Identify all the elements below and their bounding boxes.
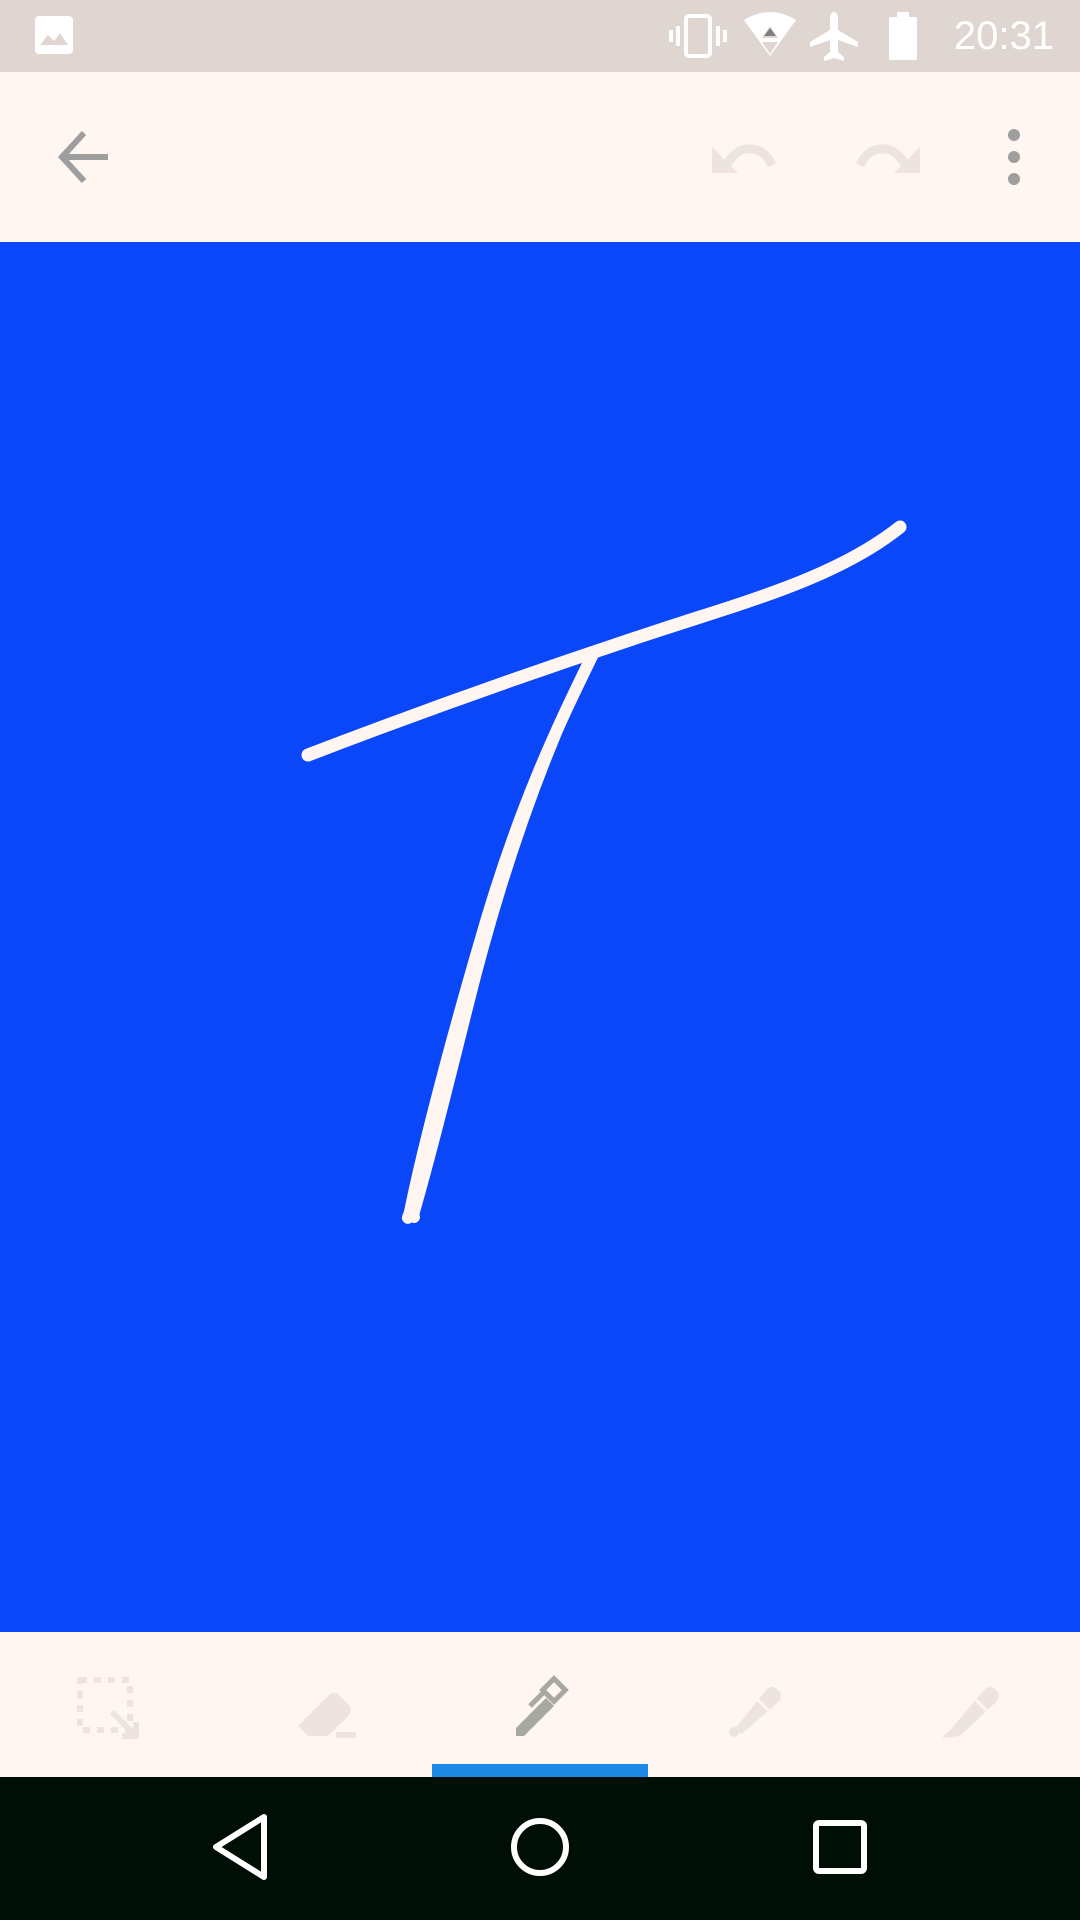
- redo-button[interactable]: [840, 109, 936, 205]
- back-triangle-icon: [213, 1814, 267, 1880]
- nav-home-button[interactable]: [480, 1797, 600, 1897]
- nav-recents-button[interactable]: [780, 1797, 900, 1897]
- pen-tool[interactable]: [432, 1632, 648, 1777]
- nav-back-button[interactable]: [182, 1797, 302, 1897]
- airplane-mode-icon: [808, 10, 860, 62]
- pen-icon: [516, 1675, 569, 1736]
- status-bar: 20:31: [0, 0, 1080, 72]
- ink-stroke-horizontal: [301, 520, 907, 762]
- selection-icon: [77, 1677, 139, 1739]
- back-button[interactable]: [36, 109, 132, 205]
- selection-tool[interactable]: [0, 1632, 216, 1777]
- drawing-canvas[interactable]: [0, 242, 1080, 1632]
- status-time: 20:31: [953, 14, 1054, 58]
- more-options-button[interactable]: [966, 109, 1062, 205]
- top-app-bar: [0, 72, 1080, 242]
- vibrate-icon: [668, 10, 728, 62]
- wifi-icon: [742, 10, 798, 62]
- battery-icon: [886, 10, 920, 62]
- undo-button[interactable]: [696, 109, 792, 205]
- image-notification-icon: [34, 15, 74, 55]
- redo-icon: [855, 144, 920, 173]
- ink-stroke-letter-t: [301, 520, 907, 1224]
- marker-tool[interactable]: [648, 1632, 864, 1777]
- home-circle-icon: [511, 1818, 569, 1876]
- back-arrow-icon: [57, 130, 108, 184]
- marker-icon: [729, 1687, 781, 1737]
- selected-tool-indicator: [432, 1764, 648, 1777]
- drawing-app-screen: 20:31: [0, 0, 1080, 1920]
- highlighter-tool[interactable]: [864, 1632, 1080, 1777]
- eraser-icon: [298, 1693, 356, 1738]
- recents-square-icon: [813, 1820, 867, 1874]
- eraser-tool[interactable]: [216, 1632, 432, 1777]
- system-nav-bar: [0, 1777, 1080, 1920]
- tool-bar: [0, 1632, 1080, 1777]
- undo-icon: [712, 144, 777, 173]
- highlighter-icon: [942, 1687, 999, 1738]
- more-vert-icon: [1008, 129, 1020, 185]
